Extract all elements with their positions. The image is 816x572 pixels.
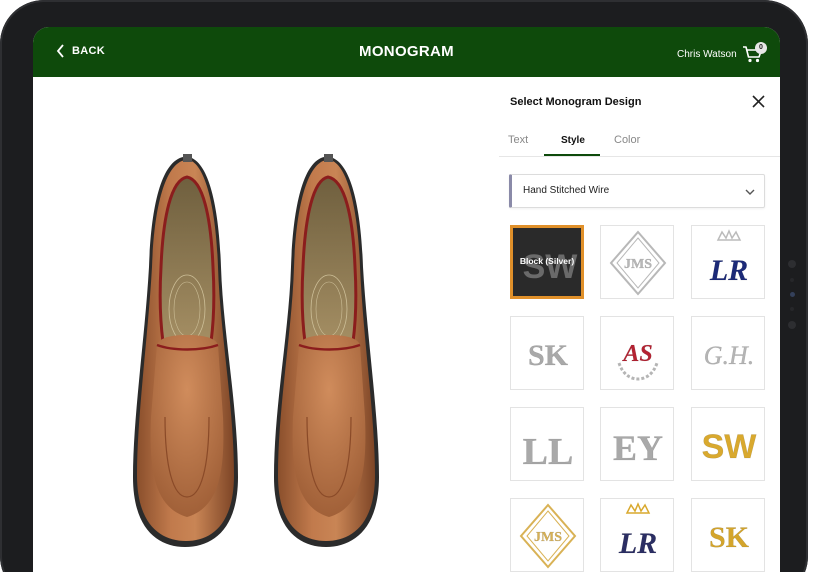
user-name[interactable]: Chris Watson [677,49,737,60]
monogram-interlocked-silver-icon: SK [528,339,569,373]
tab-style[interactable]: Style [561,135,585,146]
cart-count-badge: 0 [755,42,767,54]
tab-color[interactable]: Color [614,134,640,146]
design-tile-wreath-red[interactable]: AS [600,316,674,390]
close-icon[interactable] [751,94,766,109]
tablet-frame: BACK MONOGRAM Chris Watson 0 Select Mono… [0,0,808,572]
design-tile-crown-navy-gold[interactable]: LR [600,498,674,572]
design-tile-block-gold[interactable]: SW [691,407,765,481]
svg-text:LR: LR [709,254,748,287]
device-side-indicators [787,260,797,339]
svg-text:JMS: JMS [534,530,562,545]
design-tile-interlocked-silver[interactable]: SK [510,316,584,390]
design-tile-block-silver[interactable]: SW Block (Silver) [510,225,584,299]
tab-text[interactable]: Text [508,134,528,146]
svg-text:LR: LR [618,527,657,560]
svg-text:AS: AS [621,341,652,367]
right-shoe [274,154,379,547]
page-title: MONOGRAM [359,43,454,60]
svg-text:SW: SW [702,428,758,466]
monogram-diamond-silver-icon: JMS [609,230,667,296]
monogram-interlocked-gold-icon: SK [709,521,750,555]
design-tile-diamond-silver[interactable]: JMS [600,225,674,299]
left-shoe [133,154,238,547]
svg-text:SW: SW [523,248,579,286]
monogram-design-panel: Select Monogram Design Text Style Color … [499,77,780,572]
monogram-block-gold-icon: SW [701,428,758,467]
app-screen: BACK MONOGRAM Chris Watson 0 Select Mono… [33,27,780,572]
loafers-image [133,154,379,547]
svg-text:G.H.: G.H. [704,341,755,370]
monogram-diamond-gold-icon: JMS [519,503,577,569]
product-preview[interactable] [33,77,499,572]
design-tile-crown-navy[interactable]: LR [691,225,765,299]
monogram-script-silver-icon: G.H. [703,341,755,371]
design-label: Block (Silver) [519,256,575,266]
svg-text:EY: EY [613,428,663,468]
thread-style-select[interactable]: Hand Stitched Wire [509,174,765,208]
svg-text:LL: LL [523,431,574,473]
monogram-crown-navy-icon: LR [709,229,748,287]
panel-title: Select Monogram Design [510,96,642,108]
monogram-wreath-red-icon: AS [617,341,659,381]
svg-text:JMS: JMS [624,257,652,272]
design-tile-interlocked-gold[interactable]: SK [691,498,765,572]
monogram-crown-navy-gold-icon: LR [618,502,657,560]
active-tab-indicator [544,154,600,156]
svg-text:SK: SK [709,521,750,554]
monogram-tall-silver-icon: LL [522,431,574,474]
svg-text:SK: SK [528,339,569,372]
design-tile-tall-silver[interactable]: LL [510,407,584,481]
chevron-down-icon [745,189,755,195]
monogram-serif-silver-icon: EY [613,428,664,469]
thread-style-value: Hand Stitched Wire [523,185,610,196]
top-bar: BACK MONOGRAM Chris Watson 0 [33,27,780,77]
design-tile-script-silver[interactable]: G.H. [691,316,765,390]
design-tile-serif-silver[interactable]: EY [600,407,674,481]
design-tabs: Text Style Color [499,125,780,157]
design-tile-diamond-gold[interactable]: JMS [510,498,584,572]
